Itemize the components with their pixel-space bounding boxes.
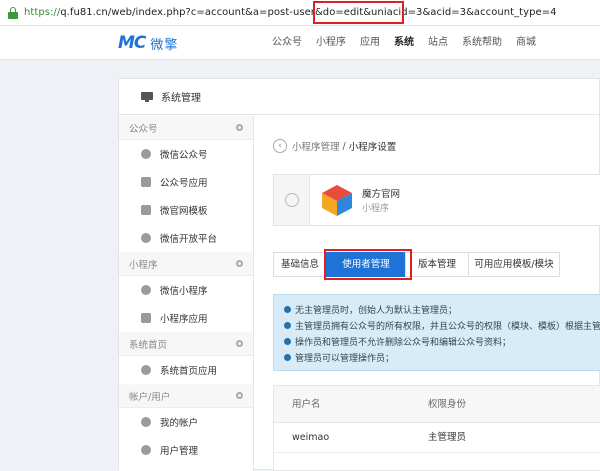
breadcrumb-current: 小程序设置 (348, 142, 397, 153)
cube-logo-icon (322, 185, 352, 216)
users-table: 用户名 权限身份 weimao 主管理员 (273, 385, 600, 471)
info-icon (284, 305, 291, 313)
menu-item-apps[interactable]: 应用 (360, 26, 380, 60)
cell-username: weimao (292, 432, 330, 443)
menu-item-official-account[interactable]: 公众号 (272, 26, 302, 60)
table-row[interactable]: weimao 主管理员 (274, 423, 600, 453)
homepage-icon (141, 365, 151, 375)
app-icon (141, 177, 151, 187)
tab-highlight-box (324, 249, 412, 280)
sidebar-item-mini-program-apps[interactable]: 小程序应用 (119, 304, 253, 332)
url-text[interactable]: https://q.fu81.cn/web/index.php?c=accoun… (24, 7, 557, 18)
logo-mark: MC (118, 33, 146, 53)
tab-available-modules[interactable]: 可用应用模板/模块 (468, 252, 560, 277)
notice-item: 操作员和管理员不允许删除公众号和编辑公众号资料； (284, 333, 600, 349)
sidebar-section-accounts-users[interactable]: 帐户/用户 (119, 384, 253, 408)
gear-icon[interactable] (236, 260, 243, 267)
gear-icon[interactable] (236, 392, 243, 399)
cell-role: 主管理员 (428, 432, 467, 443)
address-bar[interactable]: https://q.fu81.cn/web/index.php?c=accoun… (0, 0, 600, 26)
panel-title: 系统管理 (161, 93, 201, 104)
notice-item: 无主管理员时，创始人为默认主管理员； (284, 301, 600, 317)
main-content: ‹ 小程序管理 / 小程序设置 魔方官网 小程序 基础信息 使用者管理 版本管理… (255, 116, 600, 471)
mini-program-icon (284, 193, 299, 207)
app-icon (141, 313, 151, 323)
url-highlight-box (313, 1, 404, 24)
column-header-role: 权限身份 (428, 399, 467, 410)
back-arrow-icon[interactable]: ‹ (273, 139, 287, 153)
info-icon (284, 353, 291, 361)
sidebar-item-wechat-account[interactable]: 微信公众号 (119, 140, 253, 168)
settings-tabs: 基础信息 使用者管理 版本管理 可用应用模板/模块 (273, 252, 560, 277)
menu-item-mini-program[interactable]: 小程序 (316, 26, 346, 60)
notice-item: 管理员可以管理操作员； (284, 349, 600, 365)
sidebar-section-mini-program[interactable]: 小程序 (119, 252, 253, 276)
logo-wordmark: 微擎 (150, 37, 179, 53)
template-icon (141, 205, 151, 215)
sidebar-item-my-account[interactable]: 我的帐户 (119, 408, 253, 436)
sidebar-item-microsite-templates[interactable]: 微官网模板 (119, 196, 253, 224)
mini-program-icon (141, 285, 151, 295)
menu-item-help[interactable]: 系统帮助 (462, 26, 502, 60)
sidebar-item-homepage-apps[interactable]: 系统首页应用 (119, 356, 253, 384)
breadcrumb-parent[interactable]: 小程序管理 (292, 139, 340, 153)
gear-icon[interactable] (236, 340, 243, 347)
app-type: 小程序 (362, 204, 390, 214)
top-nav: MC 微擎 公众号 小程序 应用 系统 站点 系统帮助 商城 (0, 26, 600, 60)
table-header: 用户名 权限身份 (274, 386, 600, 423)
sidebar-section-official-account[interactable]: 公众号 (119, 116, 253, 140)
tab-version-management[interactable]: 版本管理 (405, 252, 469, 277)
lock-icon (8, 6, 18, 19)
app-card: 魔方官网 小程序 (273, 174, 600, 226)
info-icon (284, 321, 291, 329)
sidebar-item-wechat-mini-program[interactable]: 微信小程序 (119, 276, 253, 304)
column-header-username: 用户名 (292, 399, 321, 410)
notice-box: 无主管理员时，创始人为默认主管理员； 主管理员拥有公众号的所有权限，并且公众号的… (273, 294, 600, 371)
menu-item-system[interactable]: 系统 (394, 26, 414, 60)
system-panel: 系统管理 公众号 微信公众号 公众号应用 微官网模板 微信开放平台 小程序 微信… (118, 78, 600, 471)
sidebar-item-user-management[interactable]: 用户管理 (119, 436, 253, 464)
top-menu: 公众号 小程序 应用 系统 站点 系统帮助 商城 (272, 26, 550, 60)
sidebar-item-account-apps[interactable]: 公众号应用 (119, 168, 253, 196)
users-icon (141, 445, 151, 455)
wechat-icon (141, 149, 151, 159)
sidebar: 公众号 微信公众号 公众号应用 微官网模板 微信开放平台 小程序 微信小程序 小… (119, 116, 254, 471)
sidebar-item-open-platform[interactable]: 微信开放平台 (119, 224, 253, 252)
breadcrumb-separator: / (342, 140, 346, 152)
platform-icon (141, 233, 151, 243)
logo[interactable]: MC 微擎 (118, 33, 178, 53)
menu-item-site[interactable]: 站点 (428, 26, 448, 60)
info-icon (284, 337, 291, 345)
panel-header: 系统管理 (119, 79, 600, 115)
notice-item: 主管理员拥有公众号的所有权限，并且公众号的权限（模块、模板）根据主管理 (284, 317, 600, 333)
gear-icon[interactable] (236, 124, 243, 131)
app-card-side (274, 175, 310, 225)
breadcrumb: ‹ 小程序管理 / 小程序设置 (273, 139, 396, 153)
monitor-icon (141, 91, 153, 102)
app-name: 魔方官网 (362, 189, 401, 200)
menu-item-store[interactable]: 商城 (516, 26, 536, 60)
sidebar-section-homepage[interactable]: 系统首页 (119, 332, 253, 356)
tab-basic-info[interactable]: 基础信息 (273, 252, 327, 277)
user-icon (141, 417, 151, 427)
